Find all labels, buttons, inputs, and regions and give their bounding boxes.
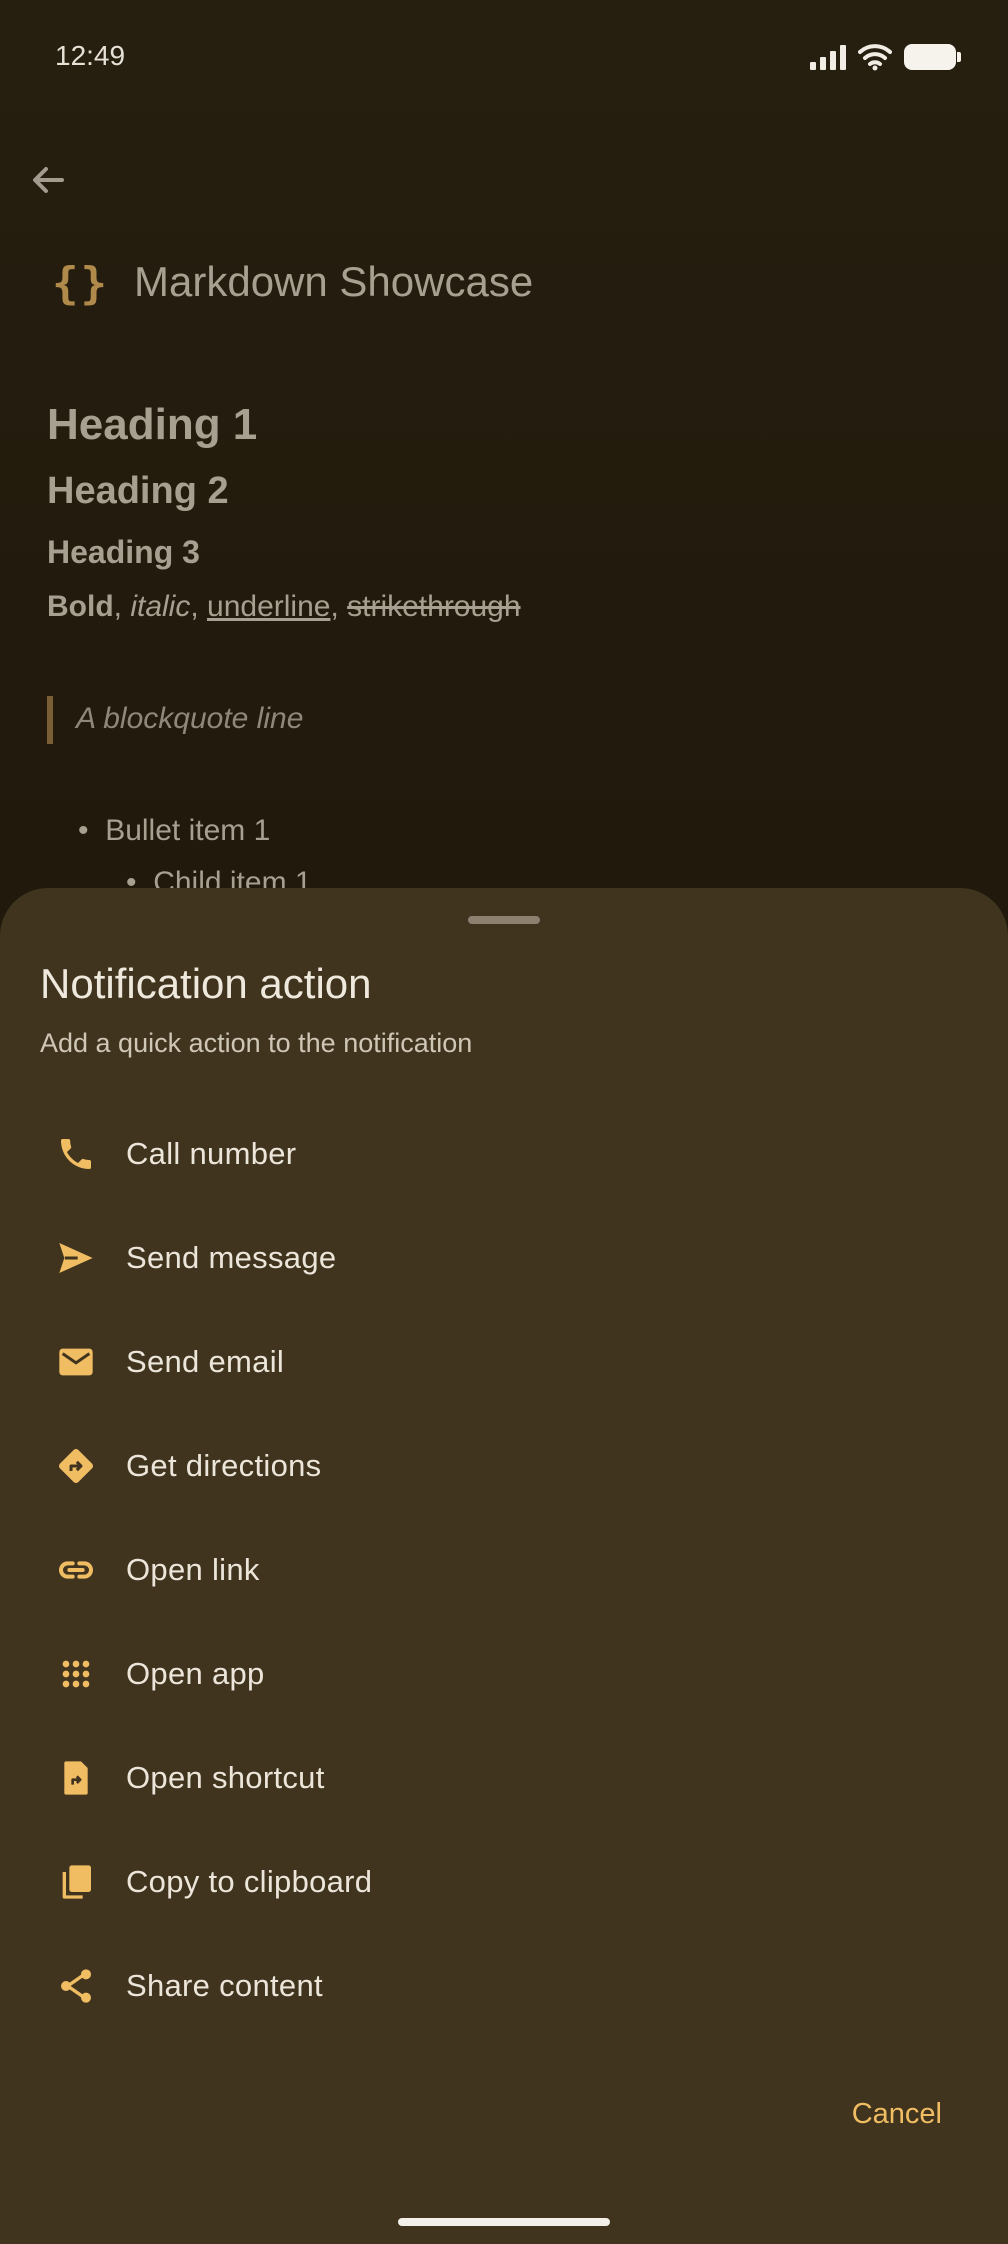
underline-text: underline [207, 590, 331, 623]
option-open-link[interactable]: Open link [0, 1518, 1008, 1622]
separator: , [190, 590, 208, 623]
option-open-app[interactable]: Open app [0, 1622, 1008, 1726]
shortcut-icon [56, 1758, 96, 1798]
option-call-number[interactable]: Call number [0, 1102, 1008, 1206]
battery-icon [904, 44, 961, 70]
separator: , [330, 590, 348, 623]
status-time: 12:49 [55, 40, 126, 71]
option-copy-clipboard[interactable]: Copy to clipboard [0, 1830, 1008, 1934]
option-label: Call number [126, 1136, 297, 1171]
mail-icon [56, 1342, 96, 1382]
option-label: Open shortcut [126, 1760, 325, 1795]
back-arrow-icon[interactable] [24, 156, 72, 204]
apps-grid-icon [56, 1654, 96, 1694]
option-label: Open app [126, 1656, 265, 1691]
markdown-heading-3: Heading 3 [47, 534, 200, 570]
italic-text: italic [130, 590, 191, 623]
bold-text: Bold [47, 590, 114, 623]
send-icon [56, 1238, 96, 1278]
signal-icon [810, 44, 846, 70]
code-braces-icon: {} [52, 258, 109, 309]
copy-icon [56, 1862, 96, 1902]
option-label: Get directions [126, 1448, 322, 1483]
note-screen: 12:49 {} Markdown Showcase Heading 1 Hea… [0, 0, 1008, 2244]
option-send-email[interactable]: Send email [0, 1310, 1008, 1414]
gesture-nav-bar[interactable] [398, 2218, 610, 2226]
cancel-button[interactable]: Cancel [852, 2098, 942, 2131]
option-label: Share content [126, 1968, 323, 2003]
status-icons [810, 42, 961, 72]
phone-icon [56, 1134, 96, 1174]
markdown-inline-styles: Bold, italic, underline, strikethrough [47, 590, 521, 624]
blockquote-text: A blockquote line [76, 702, 304, 735]
share-icon [56, 1966, 96, 2006]
option-label: Open link [126, 1552, 260, 1587]
drag-handle[interactable] [468, 916, 540, 924]
strikethrough-text: strikethrough [347, 590, 521, 623]
link-icon [56, 1550, 96, 1590]
sheet-title: Notification action [40, 960, 372, 1007]
option-label: Send message [126, 1240, 337, 1275]
bullet-item-label: Bullet item 1 [105, 814, 271, 847]
separator: , [113, 590, 131, 623]
option-label: Send email [126, 1344, 285, 1379]
option-send-message[interactable]: Send message [0, 1206, 1008, 1310]
option-share-content[interactable]: Share content [0, 1934, 1008, 2038]
wifi-icon [858, 44, 892, 71]
blockquote-bar [47, 696, 53, 744]
option-get-directions[interactable]: Get directions [0, 1414, 1008, 1518]
option-open-shortcut[interactable]: Open shortcut [0, 1726, 1008, 1830]
markdown-heading-2: Heading 2 [47, 470, 229, 512]
note-title[interactable]: Markdown Showcase [134, 258, 533, 306]
option-label: Copy to clipboard [126, 1864, 373, 1899]
bullet-item: • Bullet item 1 [78, 814, 271, 847]
markdown-heading-1: Heading 1 [47, 400, 258, 449]
sheet-subtitle: Add a quick action to the notification [40, 1028, 473, 1058]
directions-icon [56, 1446, 96, 1486]
notification-action-sheet: Notification action Add a quick action t… [0, 888, 1008, 2244]
